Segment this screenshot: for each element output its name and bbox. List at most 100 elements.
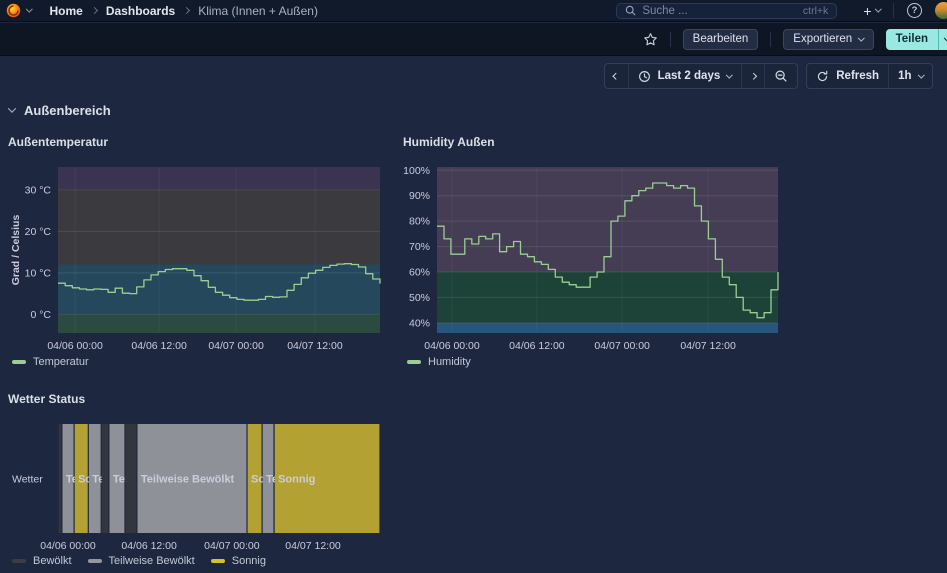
breadcrumb-current-dashboard[interactable]: Klima (Innen + Außen) — [198, 4, 318, 18]
topnav-divider — [893, 3, 894, 18]
legend-swatch — [407, 360, 421, 364]
breadcrumb-dashboards[interactable]: Dashboards — [106, 4, 175, 18]
row-title: Außenbereich — [24, 103, 111, 118]
x-axis-tick-label: 04/07 00:00 — [204, 540, 260, 552]
state-segment-bewoelkt[interactable] — [125, 424, 137, 533]
export-button[interactable]: Exportieren — [783, 28, 874, 50]
y-axis-tick-label: 80% — [409, 216, 430, 228]
state-segment-label: Teilweise Bewölkt — [141, 474, 235, 486]
edit-button-label: Bearbeiten — [692, 33, 749, 45]
refresh-icon — [818, 70, 828, 81]
grafana-logo-icon[interactable] — [6, 3, 21, 18]
x-axis-tick-label: 04/07 12:00 — [287, 340, 343, 352]
time-controls: Last 2 days Refresh 1h — [604, 63, 933, 89]
y-axis-tick-label: 50% — [409, 292, 430, 304]
legend-item-teilweise-bewoelkt[interactable]: Teilweise Bewölkt — [87, 555, 195, 567]
legend-swatch — [12, 559, 26, 563]
y-axis-tick-label: 70% — [409, 241, 430, 253]
share-split-button: Teilen — [885, 28, 947, 50]
weather-legend: Bewölkt Teilweise Bewölkt Sonnig — [12, 555, 266, 567]
threshold-band — [437, 322, 778, 333]
refresh-interval-picker[interactable]: 1h — [888, 64, 932, 88]
y-axis-tick-label: 10 °C — [25, 267, 52, 279]
export-button-label: Exportieren — [793, 33, 853, 45]
refresh-interval-label: 1h — [898, 70, 912, 82]
x-axis-tick-label: 04/06 12:00 — [121, 540, 177, 552]
search-shortcut-hint: ctrl+k — [802, 4, 829, 17]
legend-label: Sonnig — [231, 555, 266, 567]
search-input[interactable]: Suche ... ctrl+k — [616, 2, 838, 19]
legend-item-bewoelkt[interactable]: Bewölkt — [12, 555, 72, 567]
zoom-out-button[interactable] — [764, 64, 797, 88]
threshold-band — [58, 314, 380, 333]
panel-title-weather[interactable]: Wetter Status — [8, 392, 85, 406]
plus-icon: + — [863, 2, 872, 19]
state-segment-bewoelkt[interactable] — [58, 424, 62, 533]
share-menu-button[interactable] — [939, 28, 947, 50]
time-range-label: Last 2 days — [657, 70, 721, 82]
y-axis-tick-label: 30 °C — [25, 184, 52, 196]
legend-swatch — [12, 360, 26, 364]
legend-label: Temperatur — [33, 356, 89, 368]
x-axis-tick-label: 04/06 12:00 — [509, 340, 565, 352]
panel-title-humidity[interactable]: Humidity Außen — [403, 135, 495, 149]
legend-label: Teilweise Bewölkt — [108, 555, 195, 567]
timeline-row-label: Wetter — [12, 474, 43, 486]
chevron-down-icon — [858, 34, 865, 41]
legend-swatch — [210, 559, 225, 563]
y-axis-tick-label: 60% — [409, 266, 430, 278]
org-switcher-chevron-icon[interactable] — [26, 5, 33, 13]
state-segment-bewoelkt[interactable] — [101, 424, 109, 533]
time-shift-forward-button[interactable] — [740, 64, 765, 88]
panel-title-temperature[interactable]: Außentemperatur — [8, 135, 108, 149]
share-button[interactable]: Teilen — [885, 28, 938, 50]
chevron-down-icon — [726, 71, 733, 78]
breadcrumb-separator-icon — [183, 6, 191, 15]
refresh-label: Refresh — [836, 70, 880, 82]
y-axis-tick-label: 90% — [409, 190, 430, 202]
favorite-star-button[interactable] — [643, 32, 658, 47]
x-axis-tick-label: 04/07 12:00 — [680, 340, 736, 352]
actionbar-divider — [669, 31, 671, 47]
star-icon — [643, 32, 657, 45]
search-placeholder: Suche ... — [642, 4, 688, 17]
breadcrumb: Home Dashboards Klima (Innen + Außen) — [50, 4, 318, 18]
add-new-button[interactable]: + — [863, 2, 881, 19]
refresh-group: Refresh 1h — [806, 63, 933, 89]
x-axis-tick-label: 04/07 00:00 — [594, 340, 650, 352]
search-icon — [626, 5, 636, 16]
threshold-band — [58, 167, 380, 190]
temperature-chart[interactable]: 0 °C 10 °C 20 °C 30 °C 04/06 00:00 04/06 12:0… — [8, 155, 390, 355]
x-axis-tick-label: 04/06 00:00 — [47, 340, 103, 352]
y-axis-tick-label: 100% — [403, 165, 430, 177]
legend-item-sonnig[interactable]: Sonnig — [210, 555, 266, 567]
x-axis-tick-label: 04/06 00:00 — [424, 340, 480, 352]
legend-label: Bewölkt — [33, 555, 72, 567]
temperature-legend[interactable]: Temperatur — [12, 356, 89, 368]
threshold-band — [58, 189, 380, 265]
breadcrumb-separator-icon — [90, 6, 98, 15]
breadcrumb-home[interactable]: Home — [50, 4, 83, 18]
help-button[interactable]: ? — [907, 3, 922, 18]
actionbar-divider — [770, 31, 772, 47]
weather-state-timeline[interactable]: Te So Te Tei Teilweise Bewölkt So Te Sonnig04/0… — [8, 415, 390, 555]
state-segment-label: Sonnig — [278, 474, 315, 486]
x-axis-tick-label: 04/07 00:00 — [208, 340, 264, 352]
edit-button[interactable]: Bearbeiten — [682, 28, 759, 50]
dashboard-action-bar: Bearbeiten Exportieren Teilen — [0, 23, 947, 56]
time-range-picker[interactable]: Last 2 days — [627, 64, 741, 88]
question-mark-icon: ? — [911, 5, 918, 16]
time-shift-back-button[interactable] — [605, 64, 627, 88]
refresh-button[interactable]: Refresh — [807, 64, 888, 88]
x-axis-tick-label: 04/06 12:00 — [131, 340, 187, 352]
user-avatar[interactable] — [935, 2, 947, 19]
y-axis-title: Grad / Celsius — [10, 215, 22, 286]
humidity-legend[interactable]: Humidity — [407, 356, 471, 368]
humidity-chart[interactable]: 40% 50% 60% 70% 80% 90% 100% 04/06 00:00 04/06 1… — [403, 155, 785, 355]
x-axis-tick-label: 04/06 00:00 — [40, 540, 96, 552]
y-axis-tick-label: 40% — [409, 317, 430, 329]
chevron-down-icon — [874, 5, 881, 13]
zoom-out-icon — [775, 70, 787, 82]
chevron-down-icon — [917, 71, 924, 78]
row-header-aussenbereich[interactable]: Außenbereich — [7, 103, 111, 118]
